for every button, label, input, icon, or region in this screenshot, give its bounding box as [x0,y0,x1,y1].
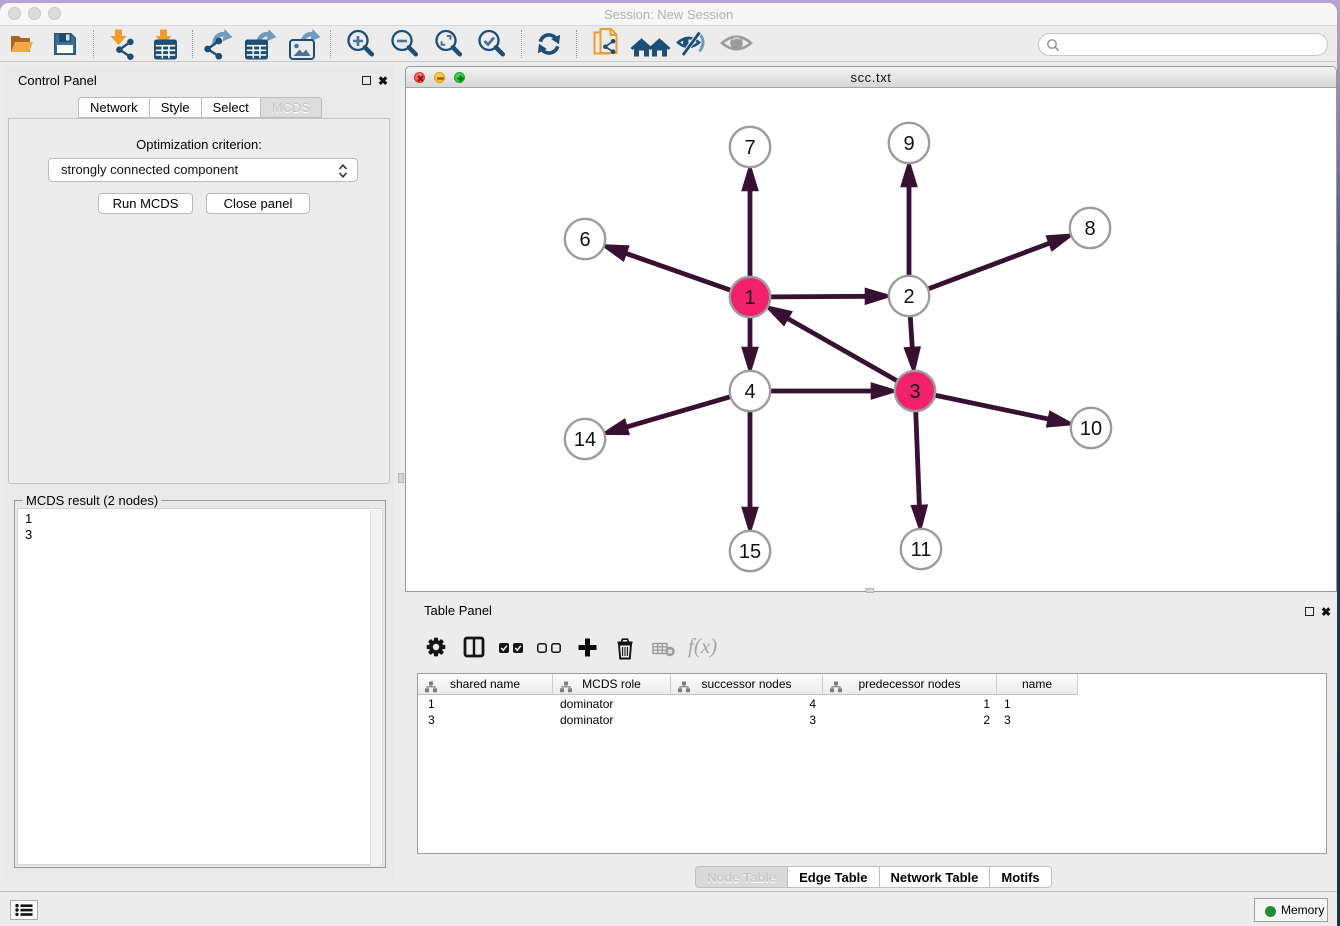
svg-text:15: 15 [739,541,761,563]
svg-text:9: 9 [903,133,914,155]
svg-text:10: 10 [1080,418,1102,440]
svg-text:3: 3 [909,381,920,403]
svg-text:14: 14 [574,429,596,451]
svg-text:2: 2 [903,286,914,308]
svg-text:11: 11 [911,539,932,561]
svg-text:1: 1 [744,287,755,309]
svg-text:7: 7 [744,137,755,159]
svg-text:4: 4 [744,381,755,403]
svg-text:8: 8 [1084,218,1095,240]
svg-text:6: 6 [579,229,590,251]
